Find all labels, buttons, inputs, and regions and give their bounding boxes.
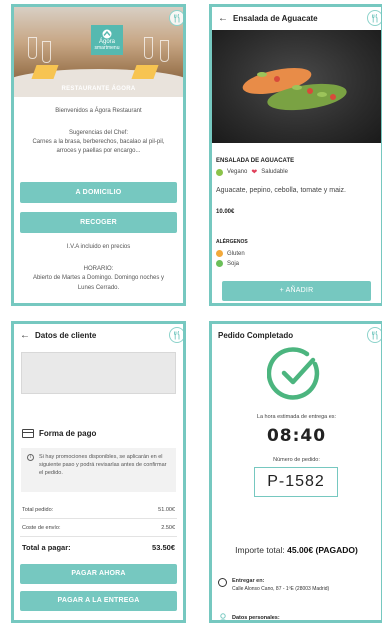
dish-header: ← Ensalada de Aguacate bbox=[212, 7, 381, 29]
menu-icon-button[interactable] bbox=[367, 10, 381, 26]
back-arrow-icon[interactable]: ← bbox=[20, 330, 30, 341]
shipping-label: Coste de envío: bbox=[22, 525, 61, 531]
order-header-title: Pedido Completado bbox=[218, 330, 294, 340]
location-pin-icon bbox=[218, 578, 227, 587]
dish-name: ENSALADA DE AGUACATE bbox=[216, 158, 295, 164]
dish-description: Aguacate, pepino, cebolla, tomate y maiz… bbox=[216, 187, 346, 194]
tag-vegan: Vegano bbox=[227, 169, 248, 175]
order-completed-screen: Pedido Completado La hora estimada de en… bbox=[209, 321, 382, 623]
total-order-row: Total pedido: 51.00€ bbox=[22, 507, 175, 513]
chef-suggestions-title: Sugerencias del Chef: bbox=[68, 130, 129, 136]
payment-method-title: Forma de pago bbox=[39, 429, 97, 438]
pay-on-delivery-button[interactable]: PAGAR A LA ENTREGA bbox=[20, 591, 177, 611]
tag-healthy: Saludable bbox=[261, 169, 288, 175]
restaurant-hero-image: Ágora smartmenu RESTAURANTE ÁGORA bbox=[14, 7, 183, 97]
allergen-soy: Soja bbox=[216, 260, 239, 267]
logo-text-smartmenu: smartmenu bbox=[94, 45, 120, 51]
restaurant-title: RESTAURANTE ÁGORA bbox=[61, 86, 136, 92]
info-icon: i bbox=[27, 454, 34, 461]
order-number-box: P-1582 bbox=[254, 467, 338, 497]
promotions-info-text: Si hay promociones disponibles, se aplic… bbox=[39, 454, 167, 476]
order-number-label: Número de pedido: bbox=[273, 457, 320, 463]
total-order-label: Total pedido: bbox=[22, 507, 54, 513]
delivery-address-label: Entregar en: bbox=[232, 578, 265, 584]
dish-detail-screen: ← Ensalada de Aguacate ENSALADA DE AGUAC… bbox=[209, 4, 382, 306]
hours-line1: Abierto de Martes a Domingo. Domingo noc… bbox=[32, 275, 165, 281]
cutlery-icon bbox=[173, 13, 179, 22]
total-pay-value: 53.50€ bbox=[152, 543, 175, 552]
total-amount-value: 45.00€ (PAGADO) bbox=[287, 545, 358, 555]
menu-icon-button[interactable] bbox=[169, 327, 183, 343]
comments-textarea[interactable] bbox=[21, 352, 176, 394]
chef-suggestions-line1: Carnes a la brasa, berberechos, bacalao … bbox=[32, 139, 165, 145]
hours-line2: Lunes Cerrado. bbox=[77, 285, 120, 291]
dish-header-title: Ensalada de Aguacate bbox=[233, 13, 318, 23]
total-pay-label: Total a pagar: bbox=[22, 543, 71, 552]
restaurant-home-screen: Ágora smartmenu RESTAURANTE ÁGORA Bienve… bbox=[11, 4, 186, 306]
eta-label: La hora estimada de entrega es: bbox=[256, 414, 337, 420]
credit-card-icon bbox=[22, 429, 34, 438]
total-amount: Importe total: 45.00€ (PAGADO) bbox=[212, 545, 381, 555]
order-number: P-1582 bbox=[267, 473, 325, 490]
allergen-gluten-label: Gluten bbox=[227, 250, 245, 257]
customer-header-title: Datos de cliente bbox=[35, 330, 97, 340]
total-amount-label: Importe total: bbox=[235, 545, 288, 555]
cutlery-icon bbox=[371, 330, 377, 339]
shipping-row: Coste de envío: 2.50€ bbox=[22, 525, 175, 531]
promotions-info-box: i Si hay promociones disponibles, se apl… bbox=[21, 448, 176, 492]
shipping-value: 2.50€ bbox=[161, 525, 175, 531]
delivery-address: Entregar en: Calle Alonso Cano, 87 - 1ºE… bbox=[232, 577, 377, 593]
total-pay-row: Total a pagar: 53.50€ bbox=[22, 543, 175, 552]
allergen-gluten: Gluten bbox=[216, 250, 245, 257]
delivery-address-text: Calle Alonso Cano, 87 - 1ºE (28003 Madri… bbox=[232, 586, 330, 592]
personal-data-label: Datos personales: bbox=[232, 615, 280, 621]
logo-mark-icon bbox=[102, 29, 112, 39]
person-icon bbox=[220, 613, 226, 620]
vegan-icon bbox=[216, 168, 223, 176]
dish-tags: Vegano ❤ Saludable bbox=[216, 168, 288, 176]
check-circle-icon bbox=[267, 347, 320, 400]
pay-now-button[interactable]: PAGAR AHORA bbox=[20, 564, 177, 584]
dish-price: 10.00€ bbox=[216, 209, 235, 215]
add-to-cart-button[interactable]: + AÑADIR bbox=[222, 281, 371, 301]
allergens-title: ALÉRGENOS bbox=[216, 239, 248, 245]
heart-icon: ❤ bbox=[251, 169, 258, 176]
gluten-icon bbox=[216, 250, 223, 257]
welcome-text: Bienvenidos a Ágora Restaurant bbox=[55, 108, 142, 114]
back-arrow-icon[interactable]: ← bbox=[218, 13, 228, 24]
chef-suggestions-line2: arroces y paellas por encargo... bbox=[56, 148, 141, 154]
vat-note: I.V.A incluido en precios bbox=[66, 244, 131, 250]
eta-time: 08:40 bbox=[266, 426, 327, 446]
customer-data-screen: ← Datos de cliente Forma de pago i Si ha… bbox=[11, 321, 186, 623]
dish-photo bbox=[212, 30, 381, 143]
soy-icon bbox=[216, 260, 223, 267]
order-header: Pedido Completado bbox=[212, 324, 381, 346]
home-delivery-button[interactable]: A DOMICILIO bbox=[20, 182, 177, 203]
hours-title: HORARIO: bbox=[83, 266, 114, 272]
pickup-button[interactable]: RECOGER bbox=[20, 212, 177, 233]
total-order-value: 51.00€ bbox=[158, 507, 175, 513]
agora-logo: Ágora smartmenu bbox=[91, 25, 123, 55]
customer-header: ← Datos de cliente bbox=[14, 324, 183, 346]
menu-icon-button[interactable] bbox=[169, 10, 183, 26]
cutlery-icon bbox=[173, 330, 179, 339]
allergen-soy-label: Soja bbox=[227, 260, 240, 267]
payment-method-heading: Forma de pago bbox=[22, 429, 96, 438]
menu-icon-button[interactable] bbox=[367, 327, 381, 343]
cutlery-icon bbox=[371, 13, 377, 22]
